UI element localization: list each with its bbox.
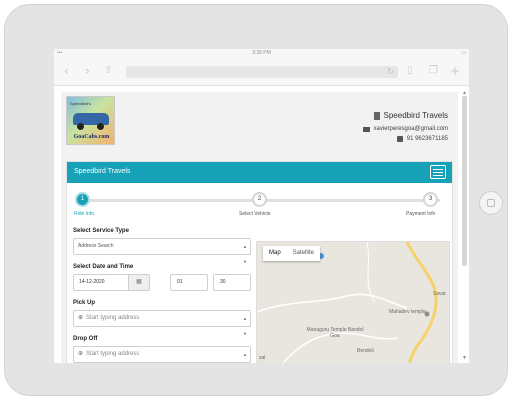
web-page: Speedbird's GoaCabs.com Speedbird Travel…: [54, 86, 469, 363]
pickup-label: Pick Up: [73, 300, 96, 306]
phone-icon: [396, 136, 403, 142]
pickup-input[interactable]: ⊕ Start typing address ▲ ▼: [73, 310, 251, 336]
step-1-label: Ride Info: [74, 211, 95, 217]
ride-info-form: Select Service Type Address Search ▲ ▼ Se…: [73, 228, 251, 363]
page-content: Speedbird's GoaCabs.com Speedbird Travel…: [61, 92, 458, 363]
step-3-label: Payment Info: [406, 211, 436, 217]
map-label: sal: [259, 355, 266, 361]
card-header: Speedbird Travels: [67, 162, 452, 183]
map-label: Savar: [433, 291, 447, 297]
page-scrollbar[interactable]: [462, 96, 467, 266]
map-label: Mahadev temple: [389, 309, 426, 315]
dropoff-placeholder: Start typing address: [86, 351, 140, 357]
building-icon: [373, 111, 380, 120]
status-bar: ••• 3:35 PM ▭: [54, 49, 469, 58]
booking-card: Speedbird Travels 1 2 3 Ride Info Select…: [66, 161, 453, 363]
phone-row: 91 9623671185: [396, 136, 448, 142]
browser-screen: ••• 3:35 PM ▭ ‹ › ⇧ ↻ ▯ ❐ + Speedbird's …: [54, 49, 469, 363]
dropoff-label: Drop Off: [73, 336, 98, 342]
datetime-row: 14-12-2020 ▦ 01 30: [73, 274, 251, 291]
logo-tagline: Speedbird's: [70, 101, 91, 106]
minute-input[interactable]: 30: [213, 274, 251, 291]
company-name: Speedbird Travels: [383, 111, 448, 120]
email-text[interactable]: xavierperesgoa@gmail.com: [374, 126, 448, 132]
tabs-icon[interactable]: ❐: [429, 65, 438, 77]
route-map[interactable]: Map Satellite Savar Mahadev temple Manag…: [256, 241, 450, 363]
hour-input[interactable]: 01: [170, 274, 208, 291]
company-name-row: Speedbird Travels: [373, 111, 448, 120]
calendar-icon[interactable]: ▦: [129, 274, 150, 291]
browser-toolbar: ‹ › ⇧ ↻ ▯ ❐ +: [54, 58, 469, 86]
home-square-icon: [487, 199, 495, 207]
select-arrow-icon: ▲▼: [243, 244, 247, 264]
back-icon[interactable]: ‹: [64, 65, 69, 77]
select-arrow-icon: ▲▼: [243, 352, 247, 357]
wheel-icon: [97, 123, 104, 130]
battery-icon: ▭: [461, 50, 466, 56]
logo-brand: GoaCabs.com: [73, 134, 110, 140]
reload-icon[interactable]: ↻: [387, 67, 394, 76]
url-bar[interactable]: ↻: [126, 66, 398, 78]
phone-text[interactable]: 91 9623671185: [407, 136, 448, 142]
service-type-label: Select Service Type: [73, 228, 129, 234]
step-1-dot[interactable]: 1: [75, 192, 90, 207]
crosshair-icon: ⊕: [78, 351, 84, 357]
book-icon[interactable]: ▯: [407, 65, 413, 77]
tab-map[interactable]: Map: [263, 246, 287, 261]
map-label: Managuru Temple Bandol Goa: [306, 327, 364, 339]
step-2-dot[interactable]: 2: [252, 192, 267, 207]
envelope-icon: [362, 126, 370, 132]
new-tab-icon[interactable]: +: [450, 65, 460, 77]
tablet-frame: ••• 3:35 PM ▭ ‹ › ⇧ ↻ ▯ ❐ + Speedbird's …: [4, 4, 508, 396]
wheel-icon: [77, 123, 84, 130]
map-type-control: Map Satellite: [263, 246, 321, 261]
progress-stepper: 1 2 3 Ride Info Select Vehicle Payment I…: [67, 186, 454, 220]
card-title: Speedbird Travels: [74, 168, 131, 175]
home-button[interactable]: [479, 191, 503, 215]
pickup-placeholder: Start typing address: [86, 315, 140, 321]
company-logo[interactable]: Speedbird's GoaCabs.com: [66, 96, 115, 145]
signal-icon: •••: [57, 50, 63, 56]
map-label: Bendoli: [357, 348, 374, 354]
service-type-select[interactable]: Address Search ▲ ▼: [73, 238, 251, 264]
scroll-down-icon[interactable]: ▼: [462, 355, 467, 361]
dropoff-input[interactable]: ⊕ Start typing address ▲▼: [73, 346, 251, 363]
status-time: 3:35 PM: [252, 50, 271, 56]
forward-icon[interactable]: ›: [85, 65, 90, 77]
menu-icon[interactable]: [430, 165, 446, 179]
step-3-dot[interactable]: 3: [423, 192, 438, 207]
step-2-label: Select Vehicle: [239, 211, 271, 217]
datetime-label: Select Date and Time: [73, 264, 134, 270]
date-input[interactable]: 14-12-2020: [73, 274, 129, 291]
email-row: xavierperesgoa@gmail.com: [362, 126, 448, 132]
share-icon[interactable]: ⇧: [104, 65, 112, 77]
tab-satellite[interactable]: Satellite: [287, 246, 320, 261]
select-arrow-icon: ▲▼: [243, 316, 247, 336]
crosshair-icon: ⊕: [78, 315, 84, 321]
service-type-value: Address Search: [78, 243, 114, 249]
